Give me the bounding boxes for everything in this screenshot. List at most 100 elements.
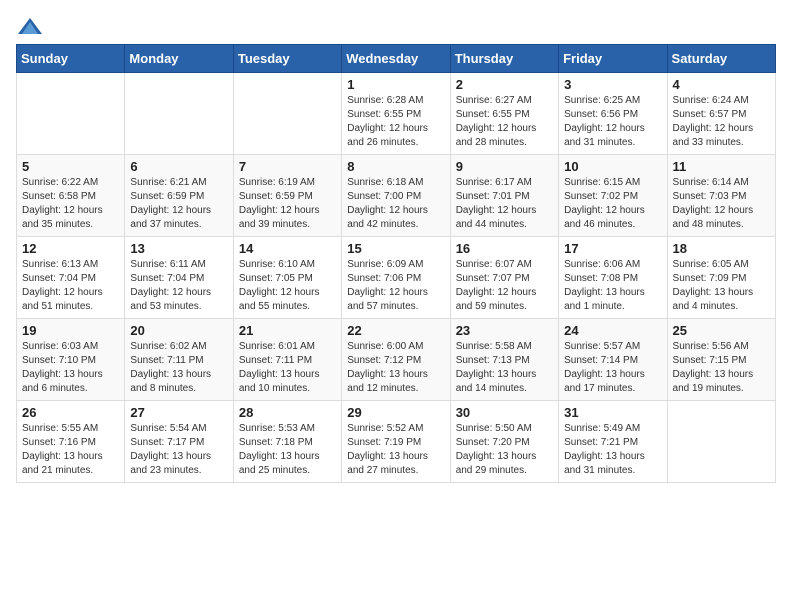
calendar-cell: 12Sunrise: 6:13 AM Sunset: 7:04 PM Dayli…	[17, 237, 125, 319]
calendar-cell: 25 Sunrise: 5:56 AM Sunset: 7:15 PM Dayli…	[667, 319, 775, 401]
calendar-cell: 11 Sunrise: 6:14 AM Sunset: 7:03 PM Dayli…	[667, 155, 775, 237]
day-number: 5	[22, 159, 119, 174]
calendar-cell: 4 Sunrise: 6:24 AM Sunset: 6:57 PM Daylig…	[667, 73, 775, 155]
calendar-cell: 1 Sunrise: 6:28 AM Sunset: 6:55 PM Daylig…	[342, 73, 450, 155]
day-info: Sunrise: 6:27 AM Sunset: 6:55 PM Dayligh…	[456, 94, 553, 150]
day-info: Sunrise: 6:14 AM Sunset: 7:03 PM Dayligh…	[673, 176, 770, 232]
calendar-cell: 9 Sunrise: 6:17 AM Sunset: 7:01 PM Daylig…	[450, 155, 558, 237]
calendar-cell: 13Sunrise: 6:11 AM Sunset: 7:04 PM Dayli…	[125, 237, 233, 319]
calendar-cell	[125, 73, 233, 155]
calendar-cell: 26 Sunrise: 5:55 AM Sunset: 7:16 PM Dayli…	[17, 401, 125, 483]
day-info: Sunrise: 6:10 AM Sunset: 7:05 PM Dayligh…	[239, 258, 336, 314]
calendar-week-row: 1 Sunrise: 6:28 AM Sunset: 6:55 PM Daylig…	[17, 73, 776, 155]
weekday-header-cell: Monday	[125, 45, 233, 73]
calendar-cell: 3 Sunrise: 6:25 AM Sunset: 6:56 PM Daylig…	[559, 73, 667, 155]
calendar-cell: 2 Sunrise: 6:27 AM Sunset: 6:55 PM Daylig…	[450, 73, 558, 155]
day-info: Sunrise: 6:19 AM Sunset: 6:59 PM Dayligh…	[239, 176, 336, 232]
calendar-cell	[667, 401, 775, 483]
day-number: 3	[564, 77, 661, 92]
day-info: Sunrise: 6:11 AM Sunset: 7:04 PM Dayligh…	[130, 258, 227, 314]
calendar-week-row: 19Sunrise: 6:03 AM Sunset: 7:10 PM Dayli…	[17, 319, 776, 401]
calendar-cell: 5 Sunrise: 6:22 AM Sunset: 6:58 PM Daylig…	[17, 155, 125, 237]
day-info: Sunrise: 6:22 AM Sunset: 6:58 PM Dayligh…	[22, 176, 119, 232]
calendar-cell: 31 Sunrise: 5:49 AM Sunset: 7:21 PM Dayli…	[559, 401, 667, 483]
calendar-cell: 16Sunrise: 6:07 AM Sunset: 7:07 PM Dayli…	[450, 237, 558, 319]
day-info: Sunrise: 6:07 AM Sunset: 7:07 PM Dayligh…	[456, 258, 553, 314]
calendar-cell: 24Sunrise: 5:57 AM Sunset: 7:14 PM Dayli…	[559, 319, 667, 401]
logo	[16, 16, 48, 36]
calendar-cell: 18 Sunrise: 6:05 AM Sunset: 7:09 PM Dayli…	[667, 237, 775, 319]
day-info: Sunrise: 6:25 AM Sunset: 6:56 PM Dayligh…	[564, 94, 661, 150]
day-number: 9	[456, 159, 553, 174]
calendar-cell: 6 Sunrise: 6:21 AM Sunset: 6:59 PM Daylig…	[125, 155, 233, 237]
day-number: 12	[22, 241, 119, 256]
calendar-body: 1 Sunrise: 6:28 AM Sunset: 6:55 PM Daylig…	[17, 73, 776, 483]
calendar-cell	[233, 73, 341, 155]
day-info: Sunrise: 6:24 AM Sunset: 6:57 PM Dayligh…	[673, 94, 770, 150]
day-number: 1	[347, 77, 444, 92]
day-info: Sunrise: 6:02 AM Sunset: 7:11 PM Dayligh…	[130, 340, 227, 396]
day-info: Sunrise: 5:52 AM Sunset: 7:19 PM Dayligh…	[347, 422, 444, 478]
day-number: 15	[347, 241, 444, 256]
day-number: 31	[564, 405, 661, 420]
day-number: 27	[130, 405, 227, 420]
weekday-header-cell: Thursday	[450, 45, 558, 73]
day-number: 20	[130, 323, 227, 338]
day-number: 23	[456, 323, 553, 338]
day-number: 22	[347, 323, 444, 338]
day-number: 29	[347, 405, 444, 420]
day-number: 10	[564, 159, 661, 174]
weekday-header-cell: Tuesday	[233, 45, 341, 73]
day-number: 25	[673, 323, 770, 338]
calendar-cell: 19Sunrise: 6:03 AM Sunset: 7:10 PM Dayli…	[17, 319, 125, 401]
day-info: Sunrise: 5:53 AM Sunset: 7:18 PM Dayligh…	[239, 422, 336, 478]
day-info: Sunrise: 6:06 AM Sunset: 7:08 PM Dayligh…	[564, 258, 661, 314]
calendar-cell: 30Sunrise: 5:50 AM Sunset: 7:20 PM Dayli…	[450, 401, 558, 483]
weekday-header-cell: Friday	[559, 45, 667, 73]
day-number: 28	[239, 405, 336, 420]
calendar-table: SundayMondayTuesdayWednesdayThursdayFrid…	[16, 44, 776, 483]
calendar-cell: 23 Sunrise: 5:58 AM Sunset: 7:13 PM Dayli…	[450, 319, 558, 401]
day-number: 26	[22, 405, 119, 420]
day-number: 14	[239, 241, 336, 256]
day-number: 30	[456, 405, 553, 420]
day-info: Sunrise: 5:56 AM Sunset: 7:15 PM Dayligh…	[673, 340, 770, 396]
day-info: Sunrise: 6:28 AM Sunset: 6:55 PM Dayligh…	[347, 94, 444, 150]
weekday-header-cell: Sunday	[17, 45, 125, 73]
day-info: Sunrise: 6:18 AM Sunset: 7:00 PM Dayligh…	[347, 176, 444, 232]
calendar-cell: 10 Sunrise: 6:15 AM Sunset: 7:02 PM Dayli…	[559, 155, 667, 237]
day-number: 8	[347, 159, 444, 174]
day-number: 6	[130, 159, 227, 174]
day-number: 4	[673, 77, 770, 92]
calendar-cell: 17Sunrise: 6:06 AM Sunset: 7:08 PM Dayli…	[559, 237, 667, 319]
day-info: Sunrise: 5:49 AM Sunset: 7:21 PM Dayligh…	[564, 422, 661, 478]
day-number: 18	[673, 241, 770, 256]
day-info: Sunrise: 6:17 AM Sunset: 7:01 PM Dayligh…	[456, 176, 553, 232]
day-number: 7	[239, 159, 336, 174]
day-info: Sunrise: 6:21 AM Sunset: 6:59 PM Dayligh…	[130, 176, 227, 232]
page-header	[16, 16, 776, 36]
day-info: Sunrise: 6:15 AM Sunset: 7:02 PM Dayligh…	[564, 176, 661, 232]
calendar-cell: 28 Sunrise: 5:53 AM Sunset: 7:18 PM Dayli…	[233, 401, 341, 483]
calendar-cell: 22 Sunrise: 6:00 AM Sunset: 7:12 PM Dayli…	[342, 319, 450, 401]
day-info: Sunrise: 5:54 AM Sunset: 7:17 PM Dayligh…	[130, 422, 227, 478]
day-number: 2	[456, 77, 553, 92]
day-info: Sunrise: 5:55 AM Sunset: 7:16 PM Dayligh…	[22, 422, 119, 478]
calendar-cell: 20 Sunrise: 6:02 AM Sunset: 7:11 PM Dayli…	[125, 319, 233, 401]
logo-icon	[16, 16, 44, 36]
weekday-header-row: SundayMondayTuesdayWednesdayThursdayFrid…	[17, 45, 776, 73]
calendar-cell: 27 Sunrise: 5:54 AM Sunset: 7:17 PM Dayli…	[125, 401, 233, 483]
calendar-cell	[17, 73, 125, 155]
day-number: 24	[564, 323, 661, 338]
day-number: 21	[239, 323, 336, 338]
day-number: 19	[22, 323, 119, 338]
calendar-cell: 7 Sunrise: 6:19 AM Sunset: 6:59 PM Daylig…	[233, 155, 341, 237]
day-info: Sunrise: 6:00 AM Sunset: 7:12 PM Dayligh…	[347, 340, 444, 396]
day-info: Sunrise: 6:01 AM Sunset: 7:11 PM Dayligh…	[239, 340, 336, 396]
calendar-week-row: 12Sunrise: 6:13 AM Sunset: 7:04 PM Dayli…	[17, 237, 776, 319]
day-info: Sunrise: 6:09 AM Sunset: 7:06 PM Dayligh…	[347, 258, 444, 314]
day-info: Sunrise: 5:58 AM Sunset: 7:13 PM Dayligh…	[456, 340, 553, 396]
day-number: 11	[673, 159, 770, 174]
calendar-cell: 14 Sunrise: 6:10 AM Sunset: 7:05 PM Dayli…	[233, 237, 341, 319]
day-info: Sunrise: 6:05 AM Sunset: 7:09 PM Dayligh…	[673, 258, 770, 314]
